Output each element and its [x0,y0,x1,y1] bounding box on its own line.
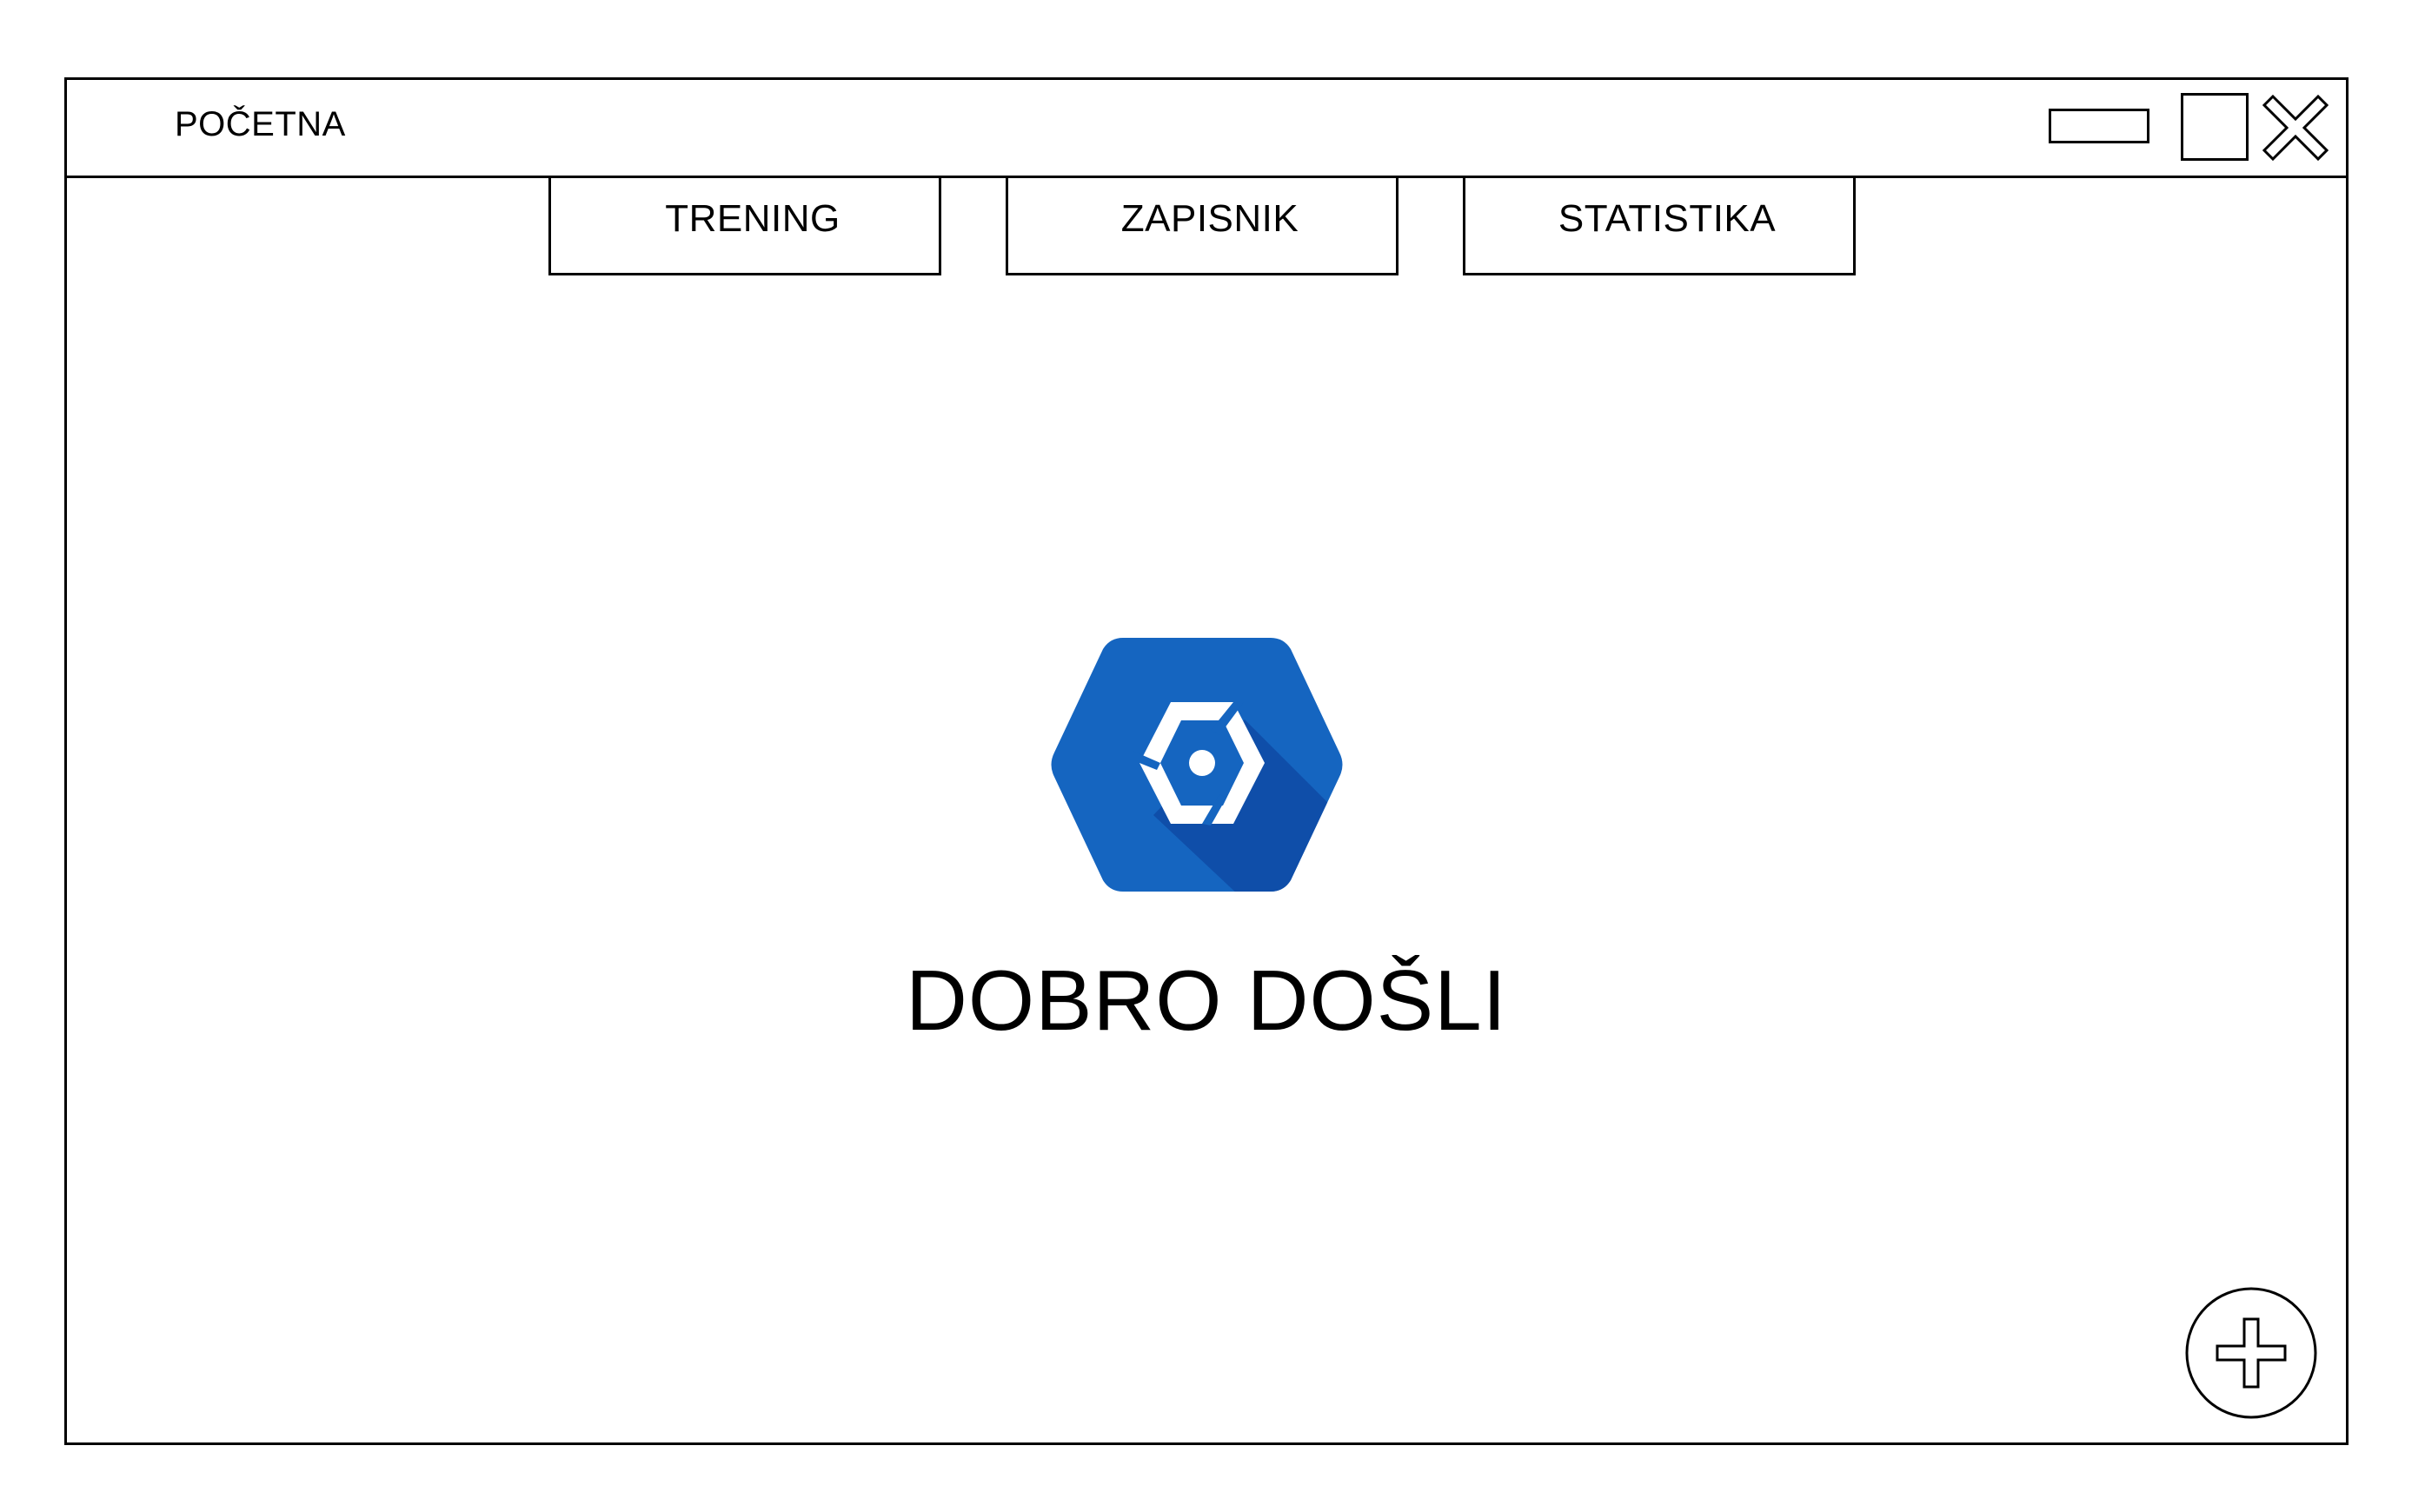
close-icon [2262,94,2329,162]
welcome-heading: DOBRO DOŠLI [906,952,1507,1048]
title-bar: POČETNA [67,80,2346,178]
tab-label: ZAPISNIK [1120,197,1299,240]
hexagon-logo-icon [1051,638,1343,892]
tab-statistika[interactable]: STATISTIKA [1463,176,1856,275]
tab-label: STATISTIKA [1558,197,1777,240]
plus-icon [2185,1287,2317,1419]
close-button[interactable] [2261,93,2330,162]
tab-label: TRENING [665,197,840,240]
window-title: POČETNA [175,105,346,143]
tab-trening[interactable]: TRENING [548,176,941,275]
maximize-button[interactable] [2181,93,2249,161]
add-button[interactable] [2184,1286,2318,1420]
app-window: POČETNA TRENING ZAPISNIK STATISTIKA DOBR… [64,77,2349,1445]
tab-zapisnik[interactable]: ZAPISNIK [1006,176,1399,275]
minimize-button[interactable] [2049,109,2149,143]
